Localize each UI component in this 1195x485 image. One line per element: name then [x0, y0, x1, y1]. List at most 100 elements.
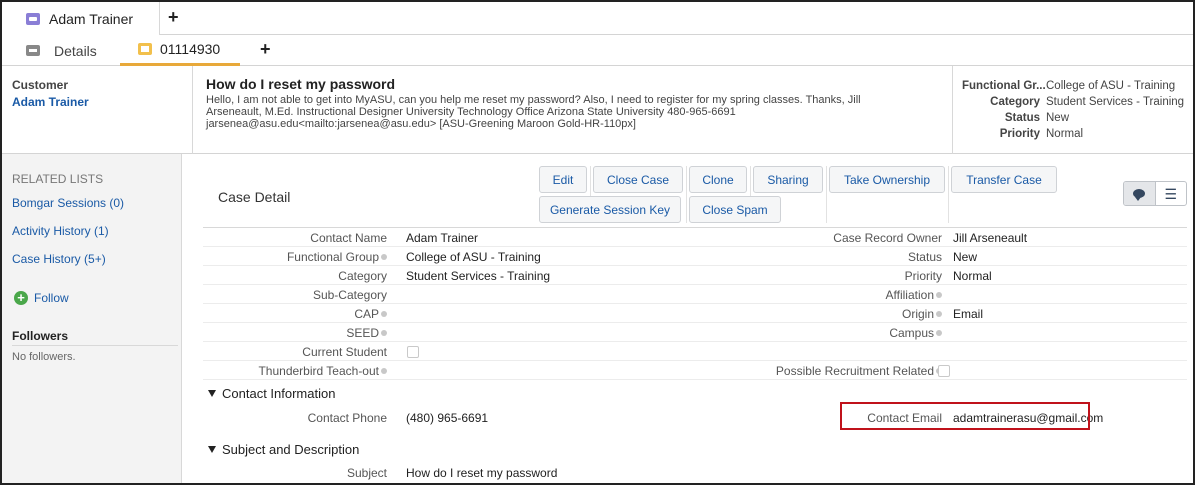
case-detail-panel: Case Detail Edit Close Case Clone Sharin…	[183, 154, 1193, 483]
field-label-text: Possible Recruitment Related	[775, 364, 934, 378]
highlight-field-label: Status	[1004, 112, 1040, 124]
sidebar-link-bomgar-sessions[interactable]: Bomgar Sessions (0)	[12, 196, 124, 210]
divider	[686, 166, 687, 223]
case-description: Hello, I am not able to get into MyASU, …	[206, 94, 936, 130]
sharing-button[interactable]: Sharing	[753, 166, 823, 193]
customer-block: Customer Adam Trainer	[12, 78, 192, 109]
current-student-checkbox	[407, 346, 419, 358]
add-subtab-icon[interactable]: +	[260, 40, 271, 58]
divider	[192, 66, 193, 154]
field-label: Possible Recruitment Related	[633, 364, 942, 378]
case-owner-link[interactable]: Jill Arseneault	[953, 231, 1027, 245]
info-icon	[381, 311, 387, 317]
subtab-details[interactable]: Details	[26, 35, 126, 66]
highlight-field-row: Status New	[962, 110, 1193, 126]
field-label: Thunderbird Teach-out	[203, 364, 387, 378]
highlight-field-label: Priority	[999, 128, 1040, 140]
plus-circle-icon: +	[14, 291, 28, 305]
field-label: Contact Phone	[307, 411, 387, 425]
details-card-icon	[26, 45, 40, 56]
field-label-text: Thunderbird Teach-out	[258, 364, 379, 378]
primary-tab-label: Adam Trainer	[49, 10, 134, 27]
field-value: New	[953, 250, 978, 264]
contact-email-highlight-box	[840, 402, 1090, 430]
case-detail-title: Case Detail	[218, 189, 291, 205]
field-value: Email	[953, 307, 984, 321]
info-icon	[381, 368, 387, 374]
close-spam-button[interactable]: Close Spam	[689, 196, 781, 223]
detail-row: Contact Name Adam Trainer Case Record Ow…	[203, 228, 1187, 247]
contact-information-section-toggle[interactable]: Contact Information	[208, 386, 335, 401]
highlight-field-value: Normal	[1046, 128, 1084, 140]
subtab-details-label: Details	[54, 42, 97, 59]
highlight-fields: Functional Gr... College of ASU - Traini…	[962, 78, 1193, 142]
info-icon	[936, 311, 942, 317]
field-label: Category	[338, 269, 387, 283]
field-label-text: Origin	[901, 307, 934, 321]
detail-row: Functional Group College of ASU - Traini…	[203, 247, 1187, 266]
field-label-text: Functional Group	[286, 250, 379, 264]
transfer-case-button[interactable]: Transfer Case	[951, 166, 1057, 193]
feed-view-toggle[interactable]	[1124, 182, 1156, 205]
follow-button[interactable]: + Follow	[14, 291, 69, 305]
generate-session-key-button[interactable]: Generate Session Key	[539, 196, 681, 223]
customer-label: Customer	[12, 78, 69, 92]
close-case-button[interactable]: Close Case	[593, 166, 683, 193]
field-label: CAP	[203, 307, 387, 321]
divider	[12, 345, 178, 346]
sidebar-link-activity-history[interactable]: Activity History (1)	[12, 224, 109, 238]
description-line: Hello, I am not able to get into MyASU, …	[206, 94, 861, 106]
contact-phone-value: (480) 965-6691	[406, 411, 489, 425]
highlight-field-value: New	[1046, 112, 1070, 124]
follow-label: Follow	[34, 291, 69, 305]
field-label: Functional Group	[203, 250, 387, 264]
take-ownership-button[interactable]: Take Ownership	[829, 166, 945, 193]
subtab-case-label: 01114930	[160, 41, 221, 57]
followers-heading: Followers	[12, 329, 69, 343]
divider	[948, 166, 949, 223]
field-label: Case Record Owner	[833, 231, 942, 245]
detail-view-toggle[interactable]: ☰	[1156, 182, 1187, 205]
primary-tab-adam-trainer[interactable]: Adam Trainer	[2, 2, 160, 35]
clone-button[interactable]: Clone	[689, 166, 747, 193]
related-lists-sidebar: RELATED LISTS Bomgar Sessions (0) Activi…	[2, 154, 182, 483]
field-label-text: CAP	[354, 307, 379, 321]
contact-name-link[interactable]: Adam Trainer	[406, 231, 478, 245]
feed-detail-toggle: ☰	[1123, 181, 1187, 206]
list-icon: ☰	[1164, 185, 1178, 202]
collapse-triangle-icon	[208, 390, 216, 397]
highlights-panel: Customer Adam Trainer How do I reset my …	[2, 66, 1193, 154]
detail-row: Thunderbird Teach-out Possible Recruitme…	[203, 361, 1187, 380]
info-icon	[936, 292, 942, 298]
info-icon	[381, 330, 387, 336]
info-icon	[936, 330, 942, 336]
field-label: Campus	[633, 326, 942, 340]
field-label-text: Campus	[889, 326, 934, 340]
field-label: Priority	[904, 269, 942, 283]
recruitment-related-checkbox	[938, 365, 950, 377]
followers-value: No followers.	[12, 351, 76, 363]
sidebar-link-case-history[interactable]: Case History (5+)	[12, 252, 106, 266]
edit-button[interactable]: Edit	[539, 166, 587, 193]
field-label-text: Affiliation	[885, 288, 934, 302]
contact-card-icon	[26, 12, 40, 25]
highlight-field-value: Student Services - Training	[1046, 96, 1185, 108]
subject-description-section-toggle[interactable]: Subject and Description	[208, 442, 359, 457]
highlight-field-row: Category Student Services - Training	[962, 94, 1193, 110]
collapse-triangle-icon	[208, 446, 216, 453]
detail-row: Current Student	[203, 342, 1187, 361]
highlight-field-row: Priority Normal	[962, 126, 1193, 142]
section-heading: Contact Information	[222, 386, 336, 401]
info-icon	[381, 254, 387, 260]
divider	[826, 166, 827, 223]
subtab-case[interactable]: 01114930	[120, 35, 240, 66]
field-label-text: SEED	[346, 326, 379, 340]
detail-row: Sub-Category Affiliation	[203, 285, 1187, 304]
field-label: Affiliation	[633, 288, 942, 302]
detail-row: SEED Campus	[203, 323, 1187, 342]
customer-name-link[interactable]: Adam Trainer	[12, 95, 192, 109]
detail-row: CAP Origin Email	[203, 304, 1187, 323]
description-line: Arseneault, M.Ed. Instructional Designer…	[206, 106, 736, 118]
add-primary-tab-icon[interactable]: +	[168, 8, 179, 26]
case-subject-heading: How do I reset my password	[206, 76, 396, 92]
